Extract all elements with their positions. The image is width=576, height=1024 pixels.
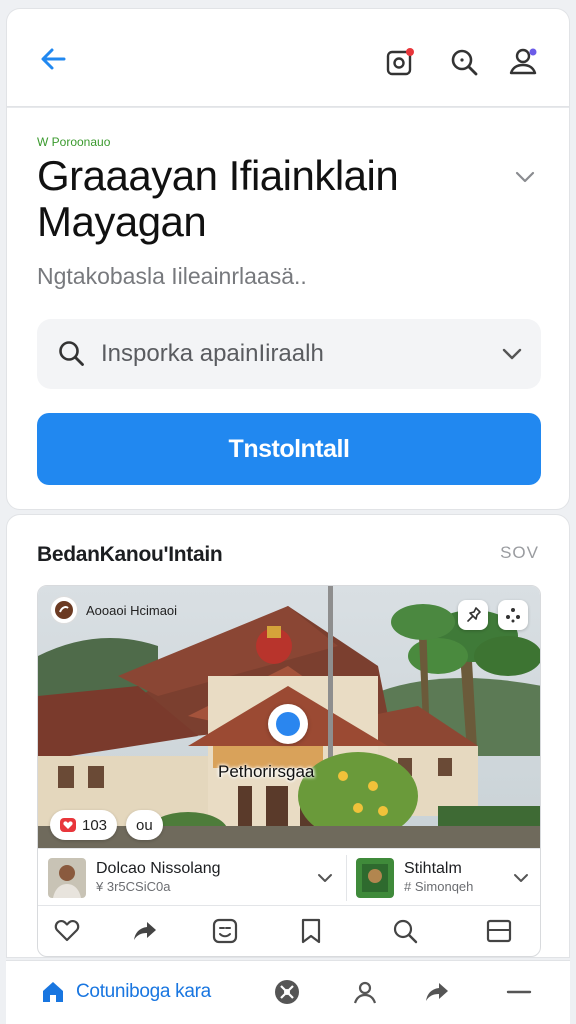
search-icon	[59, 341, 84, 366]
chevron-down-icon[interactable]	[510, 867, 532, 889]
person-name: Stihtalm	[404, 860, 462, 877]
app-info-card: W Poroonauo Graaayan Ifiainklain Mayagan…	[6, 106, 570, 510]
nav-home[interactable]: Cotuniboga kara	[40, 979, 211, 1005]
like-count-pill[interactable]: 103	[50, 810, 118, 840]
nav-explore[interactable]	[272, 977, 302, 1007]
nav-profile[interactable]	[350, 977, 380, 1007]
person-handle: # Simonqeh	[404, 879, 474, 894]
search-input[interactable]	[101, 333, 481, 375]
place-label: Pethorirsgaa	[218, 762, 315, 781]
sticker-icon	[212, 918, 238, 944]
bookmark-button[interactable]	[296, 916, 326, 946]
share-button[interactable]	[130, 916, 160, 946]
home-icon	[43, 982, 63, 1002]
divider	[346, 855, 347, 901]
person-item[interactable]: Dolcao Nissolang ¥ 3r5CSiC0a	[48, 849, 221, 907]
see-all-link[interactable]: SOV	[500, 543, 539, 563]
post-card[interactable]: Aooaoi Hcimaoi Pethorirsgaa 103 ou Dolca…	[37, 585, 541, 957]
grid-dots-icon	[506, 608, 520, 623]
top-app-bar	[6, 8, 570, 106]
post-author[interactable]: Aooaoi Hcimaoi	[50, 596, 177, 624]
person-handle: ¥ 3r5CSiC0a	[96, 879, 171, 894]
search-button[interactable]	[447, 45, 481, 79]
menu-icon	[506, 990, 532, 994]
app-subtitle: Ngtakobasla Iileainrlaasä..	[37, 263, 307, 289]
author-avatar	[50, 596, 78, 624]
heart-icon	[54, 919, 80, 942]
sticker-button[interactable]	[210, 916, 240, 946]
camera-notification-icon	[386, 48, 414, 76]
back-button[interactable]	[35, 41, 71, 77]
app-title: Graaayan Ifiainklain Mayagan	[37, 152, 399, 245]
nav-menu[interactable]	[504, 977, 534, 1007]
map-pin-icon	[276, 712, 300, 736]
nav-share[interactable]	[422, 977, 452, 1007]
camera-notification-button[interactable]	[383, 45, 417, 79]
chevron-down-icon	[515, 171, 535, 183]
featured-section-card: BedanKanou'Intain SOV Aooaoi Hcimaoi Pet…	[6, 514, 570, 958]
bottom-navigation: Cotuniboga kara	[6, 960, 570, 1024]
like-button[interactable]	[52, 916, 82, 946]
chevron-down-icon[interactable]	[499, 341, 525, 367]
chevron-down-icon[interactable]	[314, 867, 336, 889]
pin-button[interactable]	[458, 600, 488, 630]
comment-count: ou	[136, 816, 153, 834]
location-pin[interactable]	[268, 704, 308, 744]
expand-title-button[interactable]	[511, 163, 539, 191]
share-icon	[426, 983, 448, 1001]
profile-icon	[509, 48, 537, 75]
people-row: Dolcao Nissolang ¥ 3r5CSiC0a Stihtalm # …	[38, 848, 540, 907]
share-icon	[134, 922, 156, 940]
layout-icon	[486, 919, 512, 943]
person-name: Dolcao Nissolang	[96, 860, 221, 877]
person-avatar	[48, 858, 86, 898]
pin-icon	[467, 607, 481, 622]
heart-icon	[60, 818, 76, 832]
post-actions	[38, 906, 540, 956]
comment-count-pill[interactable]: ou	[126, 810, 163, 840]
section-title: BedanKanou'Intain	[37, 543, 223, 566]
layout-button[interactable]	[484, 916, 514, 946]
explore-icon	[275, 980, 299, 1004]
profile-icon	[353, 981, 377, 1004]
install-button[interactable]: Tnstolntall	[37, 413, 541, 485]
like-count: 103	[82, 816, 108, 834]
person-avatar	[356, 858, 394, 898]
bookmark-icon	[301, 918, 321, 944]
more-options-button[interactable]	[498, 600, 528, 630]
developer-label: W Poroonauo	[37, 135, 111, 149]
search-icon	[393, 919, 418, 944]
search-icon	[451, 49, 478, 76]
person-item[interactable]: Stihtalm # Simonqeh	[356, 849, 473, 907]
arrow-left-icon	[41, 48, 66, 70]
nav-home-label: Cotuniboga kara	[76, 981, 211, 1002]
author-name: Aooaoi Hcimaoi	[86, 602, 178, 618]
profile-button[interactable]	[507, 45, 541, 79]
author-logo-icon	[55, 601, 73, 619]
search-bar	[37, 319, 541, 389]
search-post-button[interactable]	[390, 916, 420, 946]
